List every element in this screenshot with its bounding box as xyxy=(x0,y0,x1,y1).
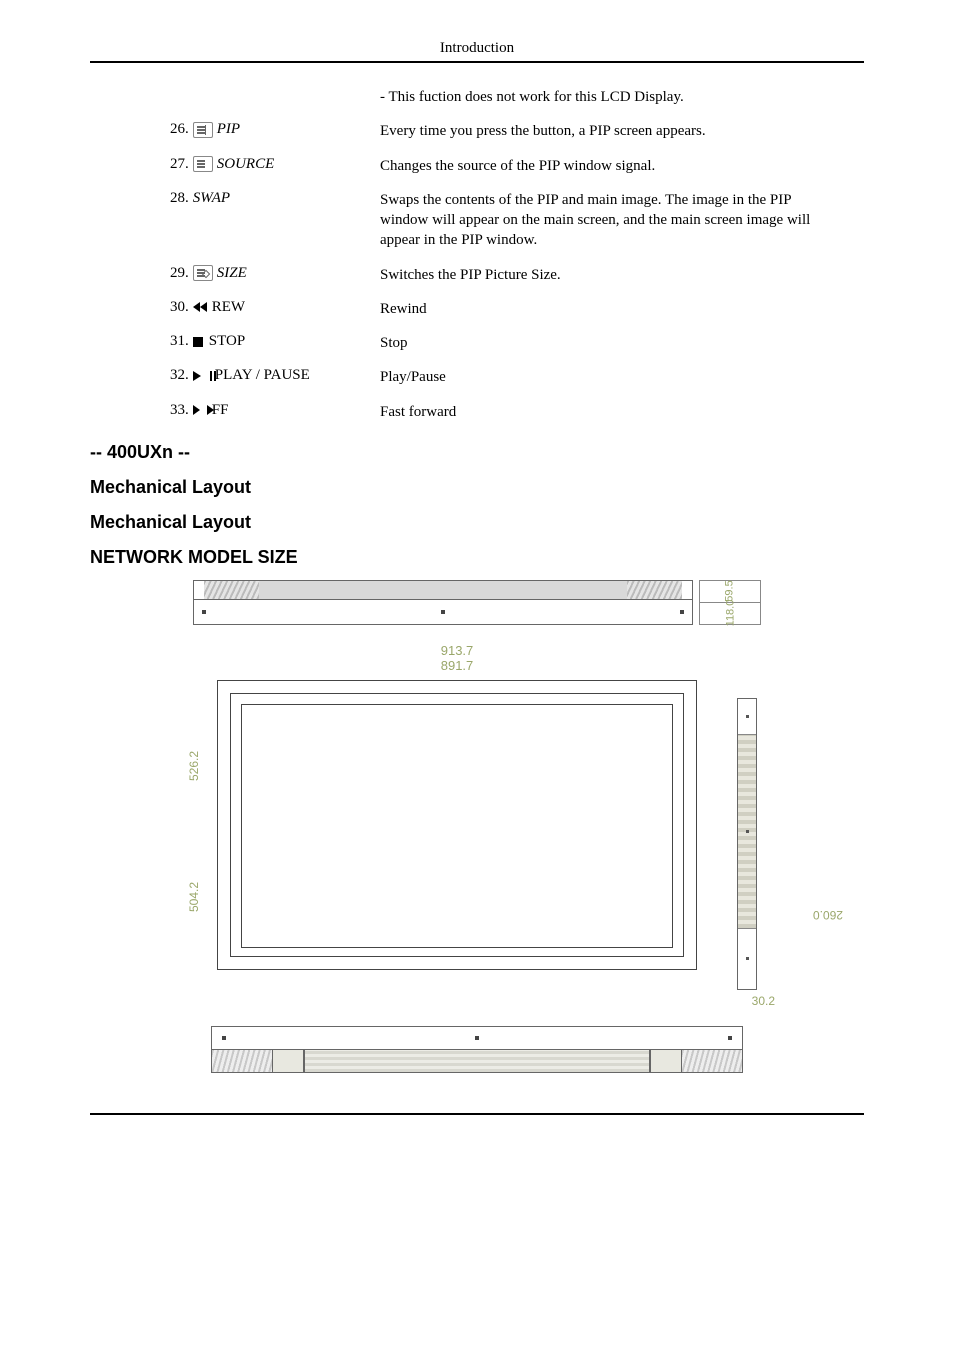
item-desc: Switches the PIP Picture Size. xyxy=(380,265,561,285)
size-icon xyxy=(193,265,213,281)
bottom-view-diagram xyxy=(90,1026,864,1073)
ff-icon xyxy=(193,405,200,415)
mechanical-diagrams: 59.5 118.0 526.2 504.2 913.7 891.7 xyxy=(90,580,864,1073)
playpause-icon xyxy=(193,371,201,381)
item-label: SWAP xyxy=(193,190,230,207)
item-number: 27. xyxy=(170,156,189,173)
network-model-size-heading: NETWORK MODEL SIZE xyxy=(90,547,864,568)
note-text: - This fuction does not work for this LC… xyxy=(380,87,684,107)
item-label: SOURCE xyxy=(217,156,275,173)
dim-side-foot: 30.2 xyxy=(737,994,775,1008)
model-heading: -- 400UXn -- xyxy=(90,442,864,463)
item-desc: Stop xyxy=(380,333,408,353)
item-number: 28. xyxy=(170,190,189,207)
source-icon xyxy=(193,156,213,172)
item-number: 30. xyxy=(170,299,189,316)
dim-front-w-outer: 913.7 xyxy=(217,643,697,659)
item-label: REW xyxy=(212,299,245,316)
dim-strip-h2: 118.0 xyxy=(724,600,736,627)
item-desc: Fast forward xyxy=(380,402,456,422)
footer-rule xyxy=(90,1113,864,1115)
item-desc: Swaps the contents of the PIP and main i… xyxy=(380,190,840,251)
side-view-diagram: 260.0 30.2 xyxy=(737,643,775,1008)
page-header-title: Introduction xyxy=(90,40,864,57)
item-label: FF xyxy=(212,402,229,419)
top-view-diagram: 59.5 118.0 xyxy=(90,580,864,625)
item-desc: Every time you press the button, a PIP s… xyxy=(380,121,706,141)
item-label: PLAY / PAUSE xyxy=(215,367,310,384)
item-label: STOP xyxy=(209,333,245,350)
item-desc: Play/Pause xyxy=(380,367,446,387)
item-number: 29. xyxy=(170,265,189,282)
front-view-diagram: 526.2 504.2 913.7 891.7 xyxy=(179,643,697,970)
definition-list: - This fuction does not work for this LC… xyxy=(170,87,864,422)
item-number: 31. xyxy=(170,333,189,350)
dim-front-h-inner: 504.2 xyxy=(187,882,201,912)
mechanical-layout-heading-1: Mechanical Layout xyxy=(90,477,864,498)
header-rule xyxy=(90,61,864,63)
mechanical-layout-heading-2: Mechanical Layout xyxy=(90,512,864,533)
item-number: 26. xyxy=(170,121,189,138)
item-desc: Changes the source of the PIP window sig… xyxy=(380,156,655,176)
stop-icon xyxy=(193,337,203,347)
item-number: 32. xyxy=(170,367,189,384)
rewind-icon xyxy=(193,302,200,312)
dim-front-h-outer: 526.2 xyxy=(187,751,201,781)
item-label: SIZE xyxy=(217,265,247,282)
item-label: PIP xyxy=(217,121,240,138)
dim-side-depth: 260.0 xyxy=(693,908,843,922)
item-desc: Rewind xyxy=(380,299,427,319)
pip-icon xyxy=(193,122,213,138)
dim-front-w-inner: 891.7 xyxy=(217,658,697,674)
item-number: 33. xyxy=(170,402,189,419)
